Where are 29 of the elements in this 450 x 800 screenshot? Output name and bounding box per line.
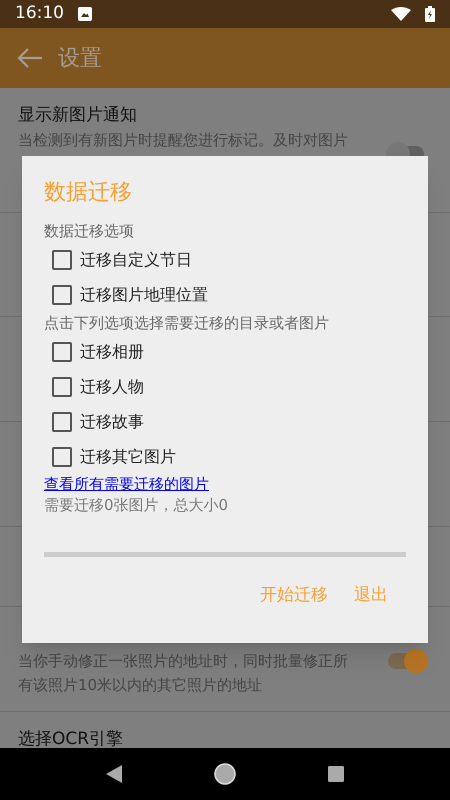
setting-title: 显示新图片通知	[18, 104, 138, 127]
migration-summary: 需要迁移0张图片，总大小0	[44, 495, 230, 516]
checkbox[interactable]	[52, 284, 72, 304]
checkbox[interactable]	[52, 250, 72, 270]
checkbox-label[interactable]: 迁移自定义节日	[80, 248, 192, 272]
view-images-link[interactable]: 查看所有需要迁移的图片	[44, 474, 209, 494]
home-icon[interactable]	[214, 763, 236, 785]
checkbox[interactable]	[52, 342, 72, 362]
setting-description: 当你手动修正一张照片的地址时，同时批量修正所有该照片10米以内的其它照片的地址	[18, 651, 349, 696]
setting-title: 选择OCR引擎	[18, 728, 124, 748]
checkbox-label[interactable]: 迁移其它图片	[80, 444, 176, 468]
battery-icon	[425, 6, 435, 22]
status-time: 16:10	[15, 2, 64, 26]
screen-title: 设置	[58, 44, 102, 72]
wifi-icon	[391, 7, 411, 21]
checkbox-label[interactable]: 迁移人物	[80, 374, 144, 398]
checkbox-label[interactable]: 迁移故事	[80, 410, 144, 434]
checkbox[interactable]	[52, 446, 72, 466]
section-label: 数据迁移选项	[44, 221, 135, 242]
checkbox[interactable]	[52, 376, 72, 396]
checkbox-label[interactable]: 迁移图片地理位置	[80, 282, 208, 306]
image-notification-icon	[78, 7, 92, 21]
dialog-title: 数据迁移	[44, 179, 133, 207]
toggle-switch[interactable]	[386, 649, 428, 673]
back-icon[interactable]	[106, 765, 122, 783]
checkbox-label[interactable]: 迁移相册	[80, 340, 144, 364]
setting-description: 当检测到有新图片时提醒您进行标记。及时对图片	[18, 130, 349, 151]
section-label: 点击下列选项选择需要迁移的目录或者图片	[44, 313, 330, 334]
checkbox[interactable]	[52, 412, 72, 432]
